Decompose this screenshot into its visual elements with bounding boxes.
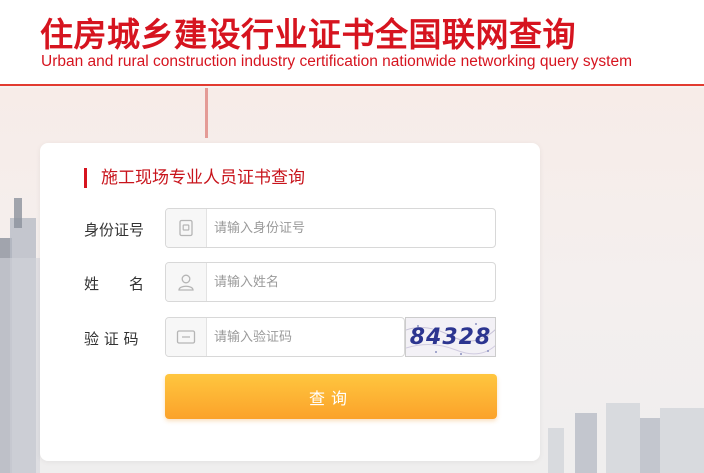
site-title: 住房城乡建设行业证书全国联网查询: [40, 15, 576, 54]
id-card-icon: [166, 209, 207, 247]
captcha-label: 验 证 码: [84, 330, 139, 348]
id-field: [165, 208, 496, 248]
name-input[interactable]: [214, 263, 489, 301]
name-field: [165, 262, 496, 302]
query-card: 施工现场专业人员证书查询 身份证号 姓 名 验 证 码: [40, 143, 540, 461]
id-label: 身份证号: [84, 221, 145, 239]
site-subtitle: Urban and rural construction industry ce…: [41, 53, 633, 70]
captcha-input[interactable]: [214, 318, 398, 356]
site-header: 住房城乡建设行业证书全国联网查询 Urban and rural constru…: [0, 0, 704, 86]
user-icon: [166, 263, 207, 301]
query-button[interactable]: 查询: [165, 374, 497, 419]
captcha-field: [165, 317, 405, 357]
form-title: 施工现场专业人员证书查询: [84, 168, 305, 188]
captcha-icon: [166, 318, 207, 356]
captcha-image[interactable]: 84328: [405, 317, 496, 357]
id-number-input[interactable]: [214, 209, 489, 247]
captcha-code: 84328: [409, 324, 492, 350]
name-label: 姓 名: [84, 275, 145, 293]
